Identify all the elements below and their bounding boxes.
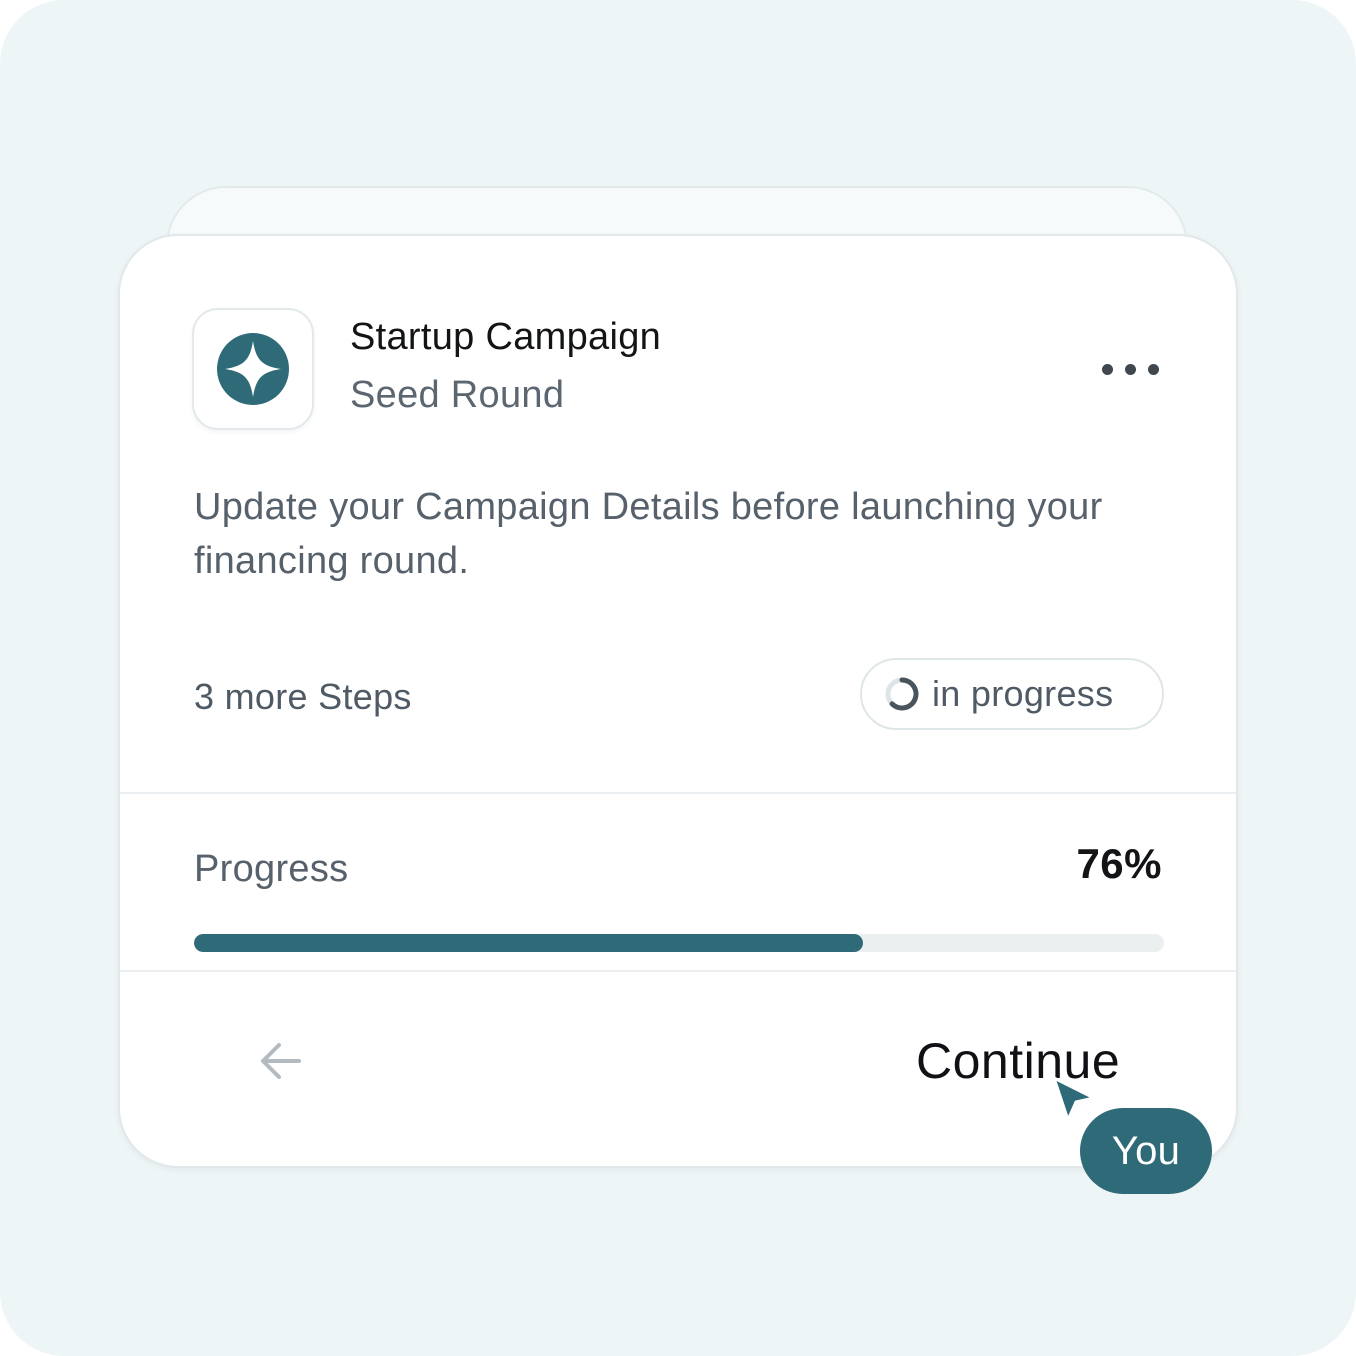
back-button[interactable] [254, 1036, 306, 1086]
remaining-steps-label: 3 more Steps [194, 676, 412, 717]
progress-bar [194, 934, 1164, 952]
footer-divider [120, 970, 1236, 972]
four-point-star-logo-icon [217, 333, 289, 405]
section-divider [120, 792, 1236, 794]
campaign-title: Startup Campaign [350, 316, 662, 358]
campaign-description: Update your Campaign Details before laun… [194, 486, 1103, 582]
campaign-logo [192, 308, 314, 430]
status-badge: in progress [860, 658, 1164, 730]
more-horizontal-icon [1102, 363, 1159, 375]
campaign-subtitle: Seed Round [350, 374, 565, 416]
canvas-background: Startup Campaign Seed Round Update your … [0, 0, 1356, 1356]
status-label: in progress [932, 673, 1114, 714]
campaign-card: Startup Campaign Seed Round Update your … [118, 234, 1238, 1168]
pointer-cursor-icon [1052, 1076, 1096, 1122]
arrow-left-icon [261, 1043, 301, 1079]
progress-value: 76% [1076, 840, 1162, 887]
progress-label: Progress [194, 848, 349, 890]
progress-bar-fill [194, 934, 864, 952]
collaborator-cursor-label: You [1080, 1108, 1212, 1194]
more-options-button[interactable] [1090, 354, 1168, 384]
spinner-icon [885, 677, 919, 711]
